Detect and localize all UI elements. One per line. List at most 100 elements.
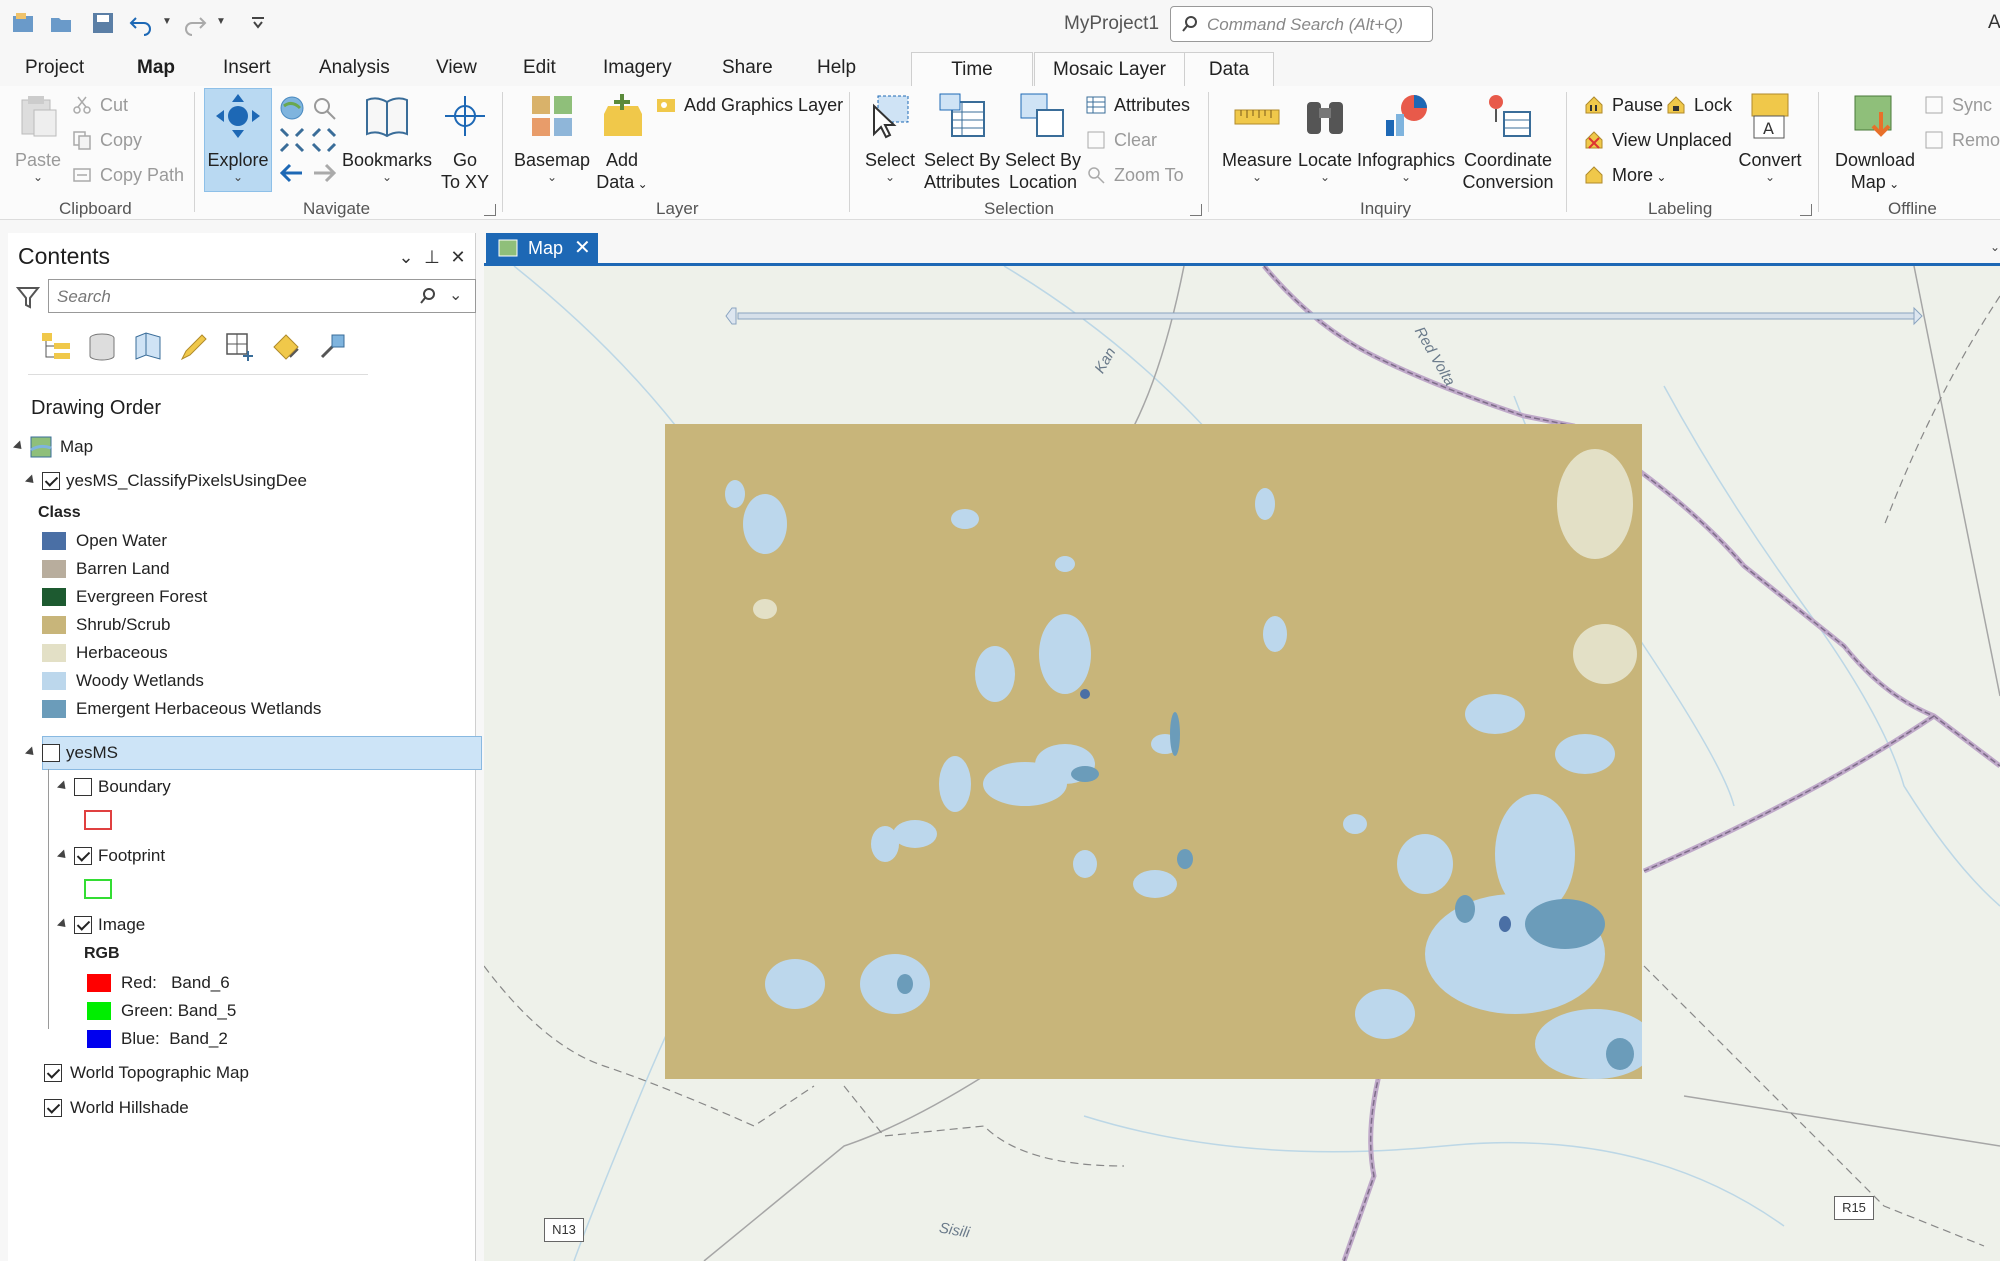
contents-search-input[interactable]: Search ⌄ <box>48 279 476 313</box>
fixed-zoom-in-icon[interactable] <box>278 126 306 154</box>
tab-insert[interactable]: Insert <box>223 54 271 84</box>
boundary-symbol[interactable] <box>84 810 112 830</box>
cut-button[interactable]: Cut <box>72 92 128 118</box>
offline-group-label: Offline <box>1888 199 1937 218</box>
list-by-editing-icon[interactable] <box>178 331 210 363</box>
pane-options-icon[interactable]: ⌄ <box>396 247 416 267</box>
copy-button[interactable]: Copy <box>72 127 142 153</box>
go-to-xy-button[interactable]: Go To XY <box>436 92 494 193</box>
layer-visibility-checkbox[interactable] <box>44 1064 62 1082</box>
list-by-labeling-icon[interactable] <box>270 331 302 363</box>
collapse-icon[interactable] <box>56 849 70 862</box>
navigate-dialog-launcher-icon[interactable] <box>484 204 496 216</box>
sync-button[interactable]: Sync <box>1924 92 1992 118</box>
undo-icon[interactable] <box>128 10 154 36</box>
tab-edit[interactable]: Edit <box>523 54 556 84</box>
add-data-button[interactable]: Add Data ⌄ <box>594 92 650 195</box>
fixed-zoom-icon[interactable] <box>310 94 338 122</box>
bookmarks-button[interactable]: Bookmarks ⌄ <box>342 92 432 183</box>
boundary-label: Boundary <box>98 777 171 796</box>
basemap-button[interactable]: Basemap ⌄ <box>514 92 590 183</box>
paste-button[interactable]: Paste ⌄ <box>10 92 66 183</box>
tab-time[interactable]: Time <box>911 52 1033 86</box>
footprint-visibility-checkbox[interactable] <box>74 847 92 865</box>
tab-imagery[interactable]: Imagery <box>603 54 672 84</box>
list-by-perspective-icon[interactable] <box>316 331 348 363</box>
layer-visibility-checkbox[interactable] <box>42 472 60 490</box>
search-icon[interactable] <box>419 287 437 305</box>
tab-view[interactable]: View <box>436 54 477 84</box>
boundary-visibility-checkbox[interactable] <box>74 778 92 796</box>
footprint-symbol[interactable] <box>84 879 112 899</box>
explore-button[interactable]: Explore ⌄ <box>204 92 272 183</box>
undo-dropdown-icon[interactable]: ▼ <box>162 16 172 27</box>
add-graphics-layer-button[interactable]: Add Graphics Layer <box>656 92 843 118</box>
pause-labeling-button[interactable]: Pause <box>1584 92 1663 118</box>
list-by-source-icon[interactable] <box>86 331 118 363</box>
locate-button[interactable]: Locate ⌄ <box>1296 92 1354 183</box>
image-visibility-checkbox[interactable] <box>74 916 92 934</box>
pin-icon[interactable]: ⊥ <box>422 247 442 267</box>
infographics-label: Infographics <box>1356 150 1456 170</box>
clear-selection-button[interactable]: Clear <box>1086 127 1157 153</box>
list-by-drawing-order-icon[interactable] <box>40 331 72 363</box>
redo-dropdown-icon[interactable]: ▼ <box>216 16 226 27</box>
scale-bar[interactable] <box>724 304 1924 328</box>
fixed-zoom-out-icon[interactable] <box>310 126 338 154</box>
search-options-icon[interactable]: ⌄ <box>449 285 462 305</box>
remove-offline-button[interactable]: Remov <box>1924 127 2000 153</box>
more-labeling-button[interactable]: More ⌄ <box>1584 162 1666 188</box>
legend-label: Shrub/Scrub <box>76 615 171 634</box>
attributes-button[interactable]: Attributes <box>1086 92 1190 118</box>
close-icon[interactable]: ✕ <box>574 233 591 263</box>
lock-labels-button[interactable]: Lock <box>1666 92 1732 118</box>
select-button[interactable]: Select ⌄ <box>862 92 918 183</box>
user-avatar[interactable]: A <box>1988 12 2000 34</box>
list-by-snapping-icon[interactable] <box>224 331 256 363</box>
map-canvas[interactable]: Kan Red Volta Sisili N13 R15 <box>484 266 2000 1261</box>
labeling-dialog-launcher-icon[interactable] <box>1800 204 1812 216</box>
select-by-location-label-2: Location <box>1008 172 1078 192</box>
layer-visibility-checkbox[interactable] <box>42 744 60 762</box>
download-map-button[interactable]: Download Map ⌄ <box>1830 92 1920 195</box>
legend-swatch <box>42 644 66 662</box>
customize-toolbar-icon[interactable] <box>245 10 271 36</box>
tab-help[interactable]: Help <box>817 54 856 84</box>
save-project-icon[interactable] <box>90 10 116 36</box>
collapse-icon[interactable] <box>56 780 70 793</box>
collapse-icon[interactable] <box>24 474 38 487</box>
open-project-icon[interactable] <box>48 10 74 36</box>
tab-analysis[interactable]: Analysis <box>319 54 390 84</box>
command-search-input[interactable]: Command Search (Alt+Q) <box>1170 6 1433 42</box>
layer-visibility-checkbox[interactable] <box>44 1099 62 1117</box>
collapse-icon[interactable] <box>56 918 70 931</box>
tab-map[interactable]: Map <box>137 54 175 90</box>
zoom-to-selection-button[interactable]: Zoom To <box>1086 162 1184 188</box>
list-by-selection-icon[interactable] <box>132 331 164 363</box>
arcgis-pro-window: ▼ ▼ MyProject1 Command Search (Alt+Q) A … <box>0 0 2000 1261</box>
selection-dialog-launcher-icon[interactable] <box>1190 204 1202 216</box>
tab-data[interactable]: Data <box>1184 52 1274 86</box>
new-project-icon[interactable] <box>10 10 36 36</box>
collapse-icon[interactable] <box>24 746 38 759</box>
tab-project[interactable]: Project <box>25 54 84 84</box>
tab-mosaic-layer[interactable]: Mosaic Layer <box>1034 52 1184 86</box>
infographics-button[interactable]: Infographics ⌄ <box>1356 92 1456 183</box>
redo-icon[interactable] <box>182 10 208 36</box>
convert-button[interactable]: A Convert ⌄ <box>1736 92 1804 183</box>
close-icon[interactable]: ✕ <box>448 247 468 267</box>
collapse-icon[interactable] <box>12 440 26 453</box>
tab-overflow-icon[interactable]: ⌄ <box>1990 240 2000 254</box>
select-by-location-button[interactable]: Select By Location <box>1004 92 1082 193</box>
coordinate-conversion-button[interactable]: Coordinate Conversion <box>1460 92 1556 193</box>
previous-extent-icon[interactable] <box>278 160 306 186</box>
next-extent-icon[interactable] <box>310 160 338 186</box>
select-by-attributes-button[interactable]: Select By Attributes <box>920 92 1004 193</box>
filter-icon[interactable] <box>16 285 40 309</box>
map-view-tab[interactable]: Map ✕ <box>486 233 598 263</box>
view-unplaced-button[interactable]: View Unplaced <box>1584 127 1732 153</box>
full-extent-icon[interactable] <box>278 94 306 122</box>
copy-path-button[interactable]: Copy Path <box>72 162 184 188</box>
tab-share[interactable]: Share <box>722 54 773 84</box>
measure-button[interactable]: Measure ⌄ <box>1220 92 1294 183</box>
